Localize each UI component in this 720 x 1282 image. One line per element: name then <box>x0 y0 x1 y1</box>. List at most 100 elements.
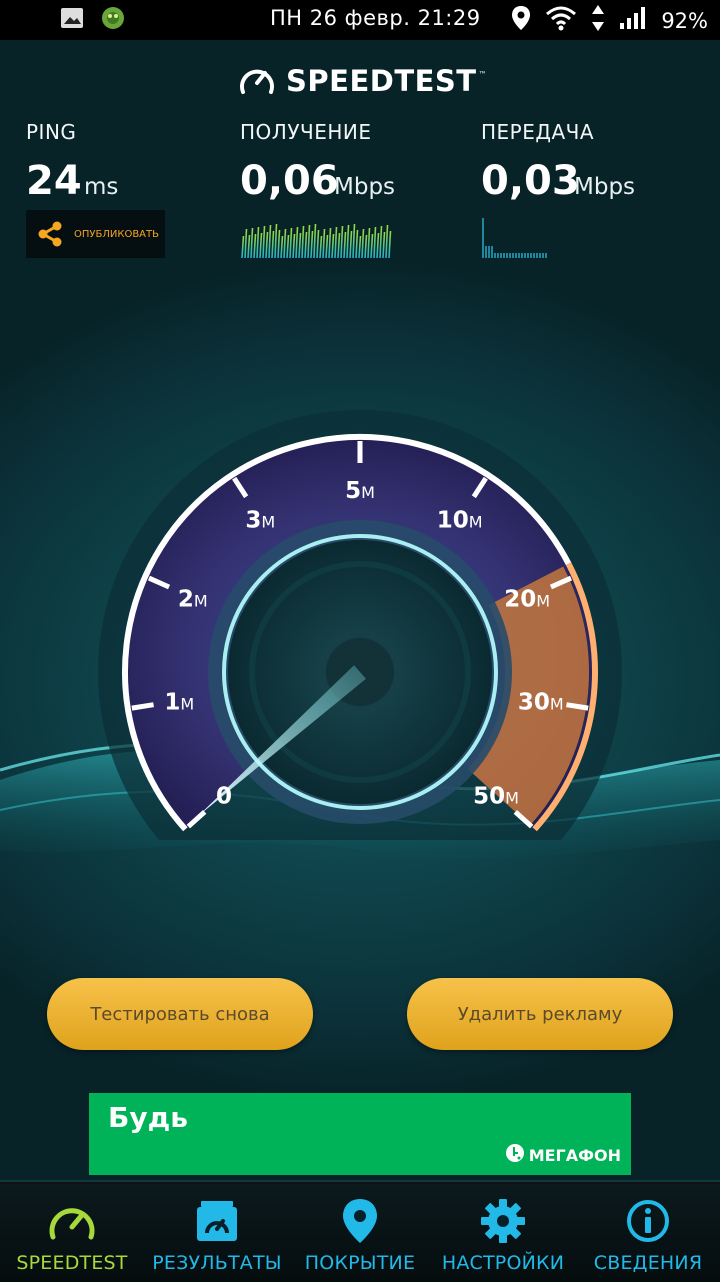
sparkline-bar <box>262 225 266 259</box>
location-icon <box>511 5 531 36</box>
share-icon <box>36 220 64 248</box>
sparkline-bar <box>283 228 287 259</box>
signal-icon <box>619 6 647 35</box>
download-label: ПОЛУЧЕНИЕ <box>240 120 372 144</box>
speedometer-logo-icon <box>238 62 276 100</box>
sparkline-bar <box>376 232 380 259</box>
ad-banner[interactable]: Будь МЕГАФОН <box>89 1093 631 1175</box>
sparkline-bar <box>325 234 329 259</box>
sparkline-bar <box>277 229 281 259</box>
sparkline-bar <box>382 231 386 259</box>
bottom-nav: SPEEDTEST РЕЗУЛЬТАТЫ ПОКРЫТИЕ НАСТРОЙКИ … <box>0 1182 720 1282</box>
sparkline-bar <box>316 229 320 259</box>
sparkline-bar <box>250 227 254 259</box>
sparkline-bar <box>358 235 362 259</box>
download-value: 0,06 <box>240 158 339 204</box>
sparkline-bar <box>331 233 335 259</box>
nav-speedtest[interactable]: SPEEDTEST <box>8 1184 136 1282</box>
app-icon <box>100 5 126 36</box>
upload-sparkline <box>482 218 547 258</box>
sparkline-bar <box>271 230 275 259</box>
nav-speedtest-label: SPEEDTEST <box>16 1252 128 1274</box>
sparkline-bar <box>286 234 290 259</box>
sparkline-bar <box>340 225 344 259</box>
sparkline-bar <box>274 223 278 259</box>
info-icon <box>625 1196 671 1246</box>
sparkline-bar <box>352 223 356 259</box>
sparkline-bar <box>355 229 359 259</box>
logo-tm: ™ <box>478 69 487 79</box>
download-unit: Mbps <box>334 174 396 200</box>
sparkline-bar <box>307 224 311 259</box>
battery-text: 92% <box>661 8 708 33</box>
status-bar: ПН 26 февр. 21:29 92% <box>0 0 720 40</box>
sparkline-bar <box>346 224 350 259</box>
sparkline-bar <box>292 233 296 259</box>
sparkline-bar <box>268 224 272 259</box>
upload-label: ПЕРЕДАЧА <box>481 120 595 144</box>
sparkline-bar <box>310 230 314 259</box>
sparkline-bar <box>328 227 332 259</box>
sparkline-bar <box>313 223 317 259</box>
results-icon <box>193 1196 241 1246</box>
retest-button[interactable]: Тестировать снова <box>47 978 313 1050</box>
sparkline-bar <box>295 226 299 259</box>
gauge-tick <box>131 702 154 711</box>
nav-info-label: СВЕДЕНИЯ <box>593 1252 703 1274</box>
sparkline-bar <box>322 228 326 259</box>
sparkline-bar <box>373 226 377 259</box>
gauge-tick <box>566 702 589 711</box>
nav-info[interactable]: СВЕДЕНИЯ <box>586 1184 710 1282</box>
sparkline-bar <box>379 225 383 259</box>
image-icon <box>60 7 84 34</box>
logo-text: SPEEDTEST <box>286 64 477 98</box>
sparkline-bar <box>247 234 251 259</box>
sparkline-bar <box>385 224 389 259</box>
sparkline-bar <box>280 235 284 259</box>
upload-unit: Mbps <box>574 174 636 200</box>
nav-coverage[interactable]: ПОКРЫТИЕ <box>298 1184 422 1282</box>
speed-gauge: 01M2M3M5M10M20M30M50M <box>98 410 622 840</box>
sparkline-bar <box>301 225 305 259</box>
sparkline-bar <box>319 235 323 259</box>
nav-settings-label: НАСТРОЙКИ <box>441 1252 565 1274</box>
nav-settings[interactable]: НАСТРОЙКИ <box>436 1184 570 1282</box>
share-button[interactable]: ОПУБЛИКОВАТЬ <box>26 210 165 258</box>
sparkline-bar <box>256 226 260 259</box>
sparkline-bar <box>259 232 263 259</box>
sparkline-bar <box>298 232 302 259</box>
ping-value: 24 <box>26 158 82 204</box>
remove-ads-button[interactable]: Удалить рекламу <box>407 978 673 1050</box>
download-sparkline <box>241 223 392 259</box>
ad-headline: Будь <box>108 1101 188 1134</box>
ad-brand: МЕГАФОН <box>505 1143 621 1167</box>
ping-unit: ms <box>84 174 119 200</box>
ad-brand-text: МЕГАФОН <box>528 1145 621 1165</box>
gauge-tick-label: 0 <box>216 783 232 809</box>
ping-label: PING <box>26 120 77 144</box>
sparkline-bar <box>370 233 374 259</box>
sparkline-bar <box>337 232 341 259</box>
sparkline-bar <box>367 227 371 259</box>
sparkline-bar <box>265 231 269 259</box>
sparkline-bar <box>244 228 248 259</box>
megafon-logo-icon <box>505 1143 525 1167</box>
sparkline-bar <box>241 235 245 259</box>
sparkline-bar <box>364 234 368 259</box>
share-label: ОПУБЛИКОВАТЬ <box>74 228 159 240</box>
sparkline-bar <box>304 231 308 259</box>
sparkline-bar <box>361 228 365 259</box>
sparkline-bar <box>253 233 257 259</box>
speedtest-logo: SPEEDTEST ™ <box>238 62 487 100</box>
map-pin-icon <box>341 1196 379 1246</box>
sparkline-bar <box>388 230 392 259</box>
wifi-icon <box>545 5 577 36</box>
gear-icon <box>480 1196 526 1246</box>
nav-results-label: РЕЗУЛЬТАТЫ <box>152 1252 282 1274</box>
nav-results[interactable]: РЕЗУЛЬТАТЫ <box>146 1184 288 1282</box>
nav-coverage-label: ПОКРЫТИЕ <box>304 1252 416 1274</box>
status-clock: ПН 26 февр. 21:29 <box>270 6 481 30</box>
speedometer-icon <box>47 1196 97 1246</box>
data-arrows-icon <box>591 4 605 37</box>
sparkline-bar <box>289 227 293 259</box>
